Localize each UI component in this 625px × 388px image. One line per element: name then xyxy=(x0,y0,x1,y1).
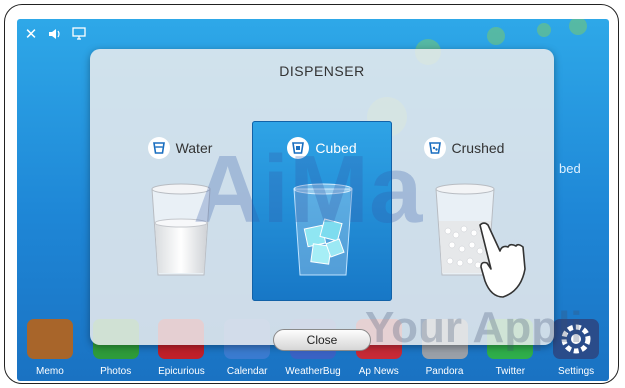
dock-label-epicurious[interactable]: Epicurious xyxy=(146,366,216,377)
dialog-title: DISPENSER xyxy=(279,63,365,79)
status-bar: ✕ xyxy=(23,27,87,43)
water-glass-image xyxy=(151,183,211,276)
watermark-dot xyxy=(569,19,587,35)
fridge-screen: ✕ bed Memo Photos Epicurious Calendar Weathe… xyxy=(17,19,609,381)
watermark-dot xyxy=(487,27,505,45)
option-water[interactable]: Water xyxy=(110,121,250,301)
dock-label-weatherbug[interactable]: WeatherBug xyxy=(278,366,348,377)
option-cubed[interactable]: Cubed xyxy=(252,121,392,301)
settings-icon[interactable] xyxy=(553,319,600,359)
dock-label-memo[interactable]: Memo xyxy=(17,366,85,377)
dock-label-photos[interactable]: Photos xyxy=(81,366,151,377)
water-icon xyxy=(147,137,170,159)
close-button[interactable]: Close xyxy=(273,329,371,351)
close-icon[interactable]: ✕ xyxy=(23,27,39,43)
option-label: Cubed xyxy=(315,140,357,156)
cubed-ice-icon xyxy=(287,137,310,159)
speaker-icon[interactable] xyxy=(47,27,63,43)
option-label: Crushed xyxy=(451,140,505,156)
dock-label-ap-news[interactable]: Ap News xyxy=(344,366,414,377)
dock-label-twitter[interactable]: Twitter xyxy=(475,366,545,377)
option-label: Water xyxy=(175,140,213,156)
screen-icon[interactable] xyxy=(71,27,87,43)
background-fragment: bed xyxy=(559,161,581,176)
option-crushed[interactable]: Crushed xyxy=(394,121,534,301)
dock-label-calendar[interactable]: Calendar xyxy=(212,366,282,377)
dispenser-dialog: DISPENSER Water Cubed Crushed Close xyxy=(90,49,554,351)
device-frame: ✕ bed Memo Photos Epicurious Calendar Weathe… xyxy=(4,4,619,384)
memo-icon[interactable] xyxy=(26,319,73,359)
watermark-dot xyxy=(537,23,551,37)
pointer-hand-icon xyxy=(479,222,526,298)
crushed-ice-icon xyxy=(423,137,446,159)
cubed-glass-image xyxy=(293,183,353,276)
dock-label-pandora[interactable]: Pandora xyxy=(410,366,480,377)
dock-label-settings[interactable]: Settings xyxy=(541,366,609,377)
